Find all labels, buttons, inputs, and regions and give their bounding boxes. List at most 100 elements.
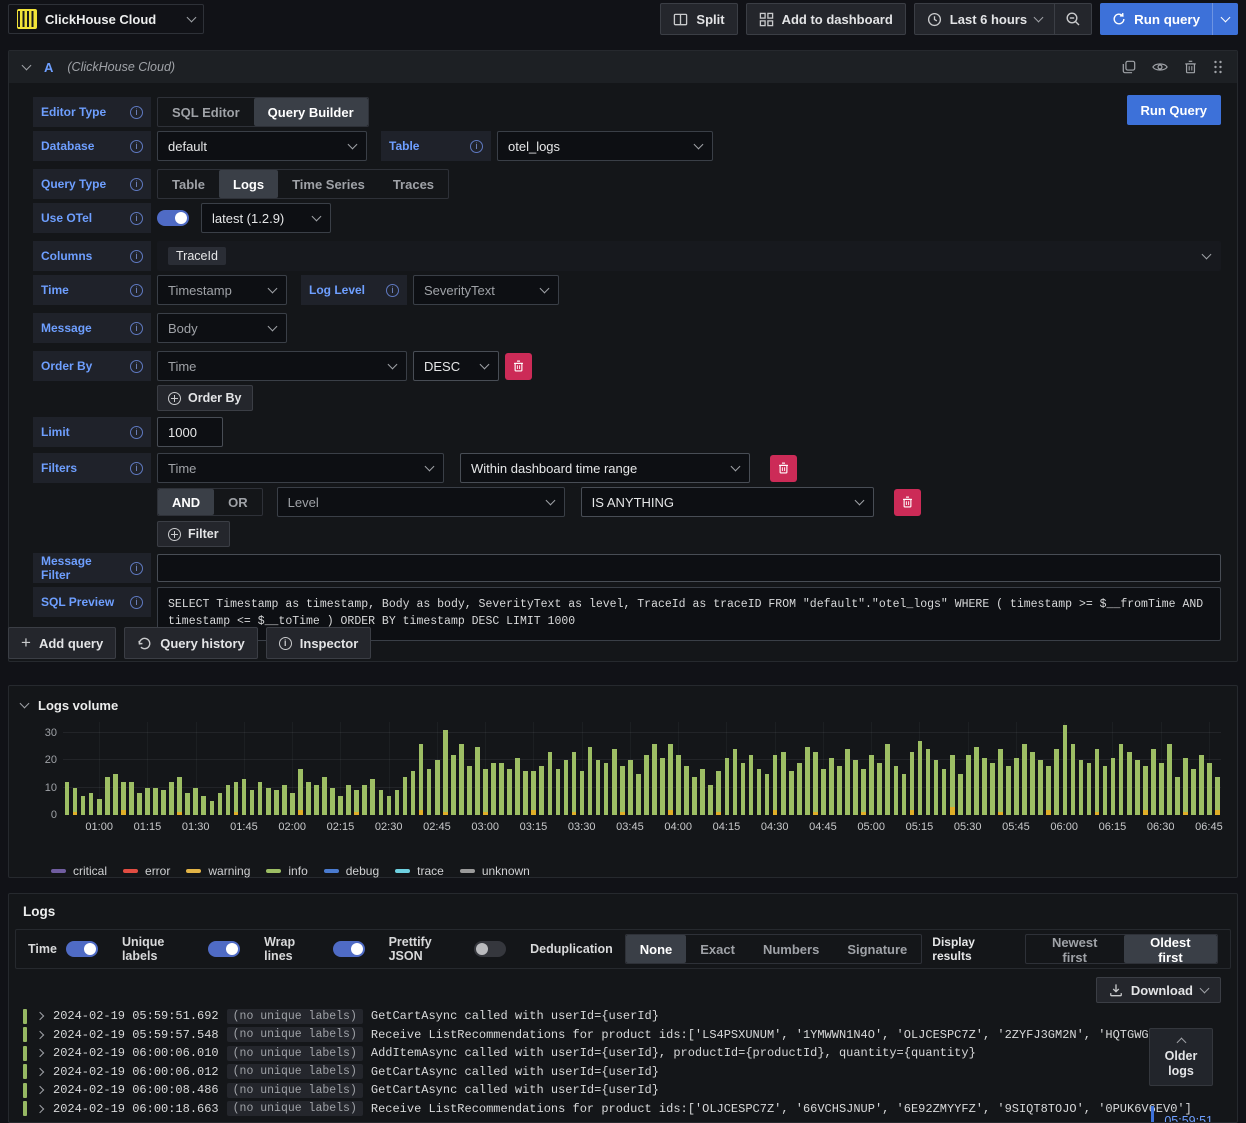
bar[interactable] [618,722,626,815]
older-logs-button[interactable]: Older logs [1149,1028,1213,1086]
bar[interactable] [658,722,666,815]
bar[interactable] [892,722,900,815]
bar[interactable] [723,722,731,815]
filter-level-select[interactable]: Level [276,487,565,517]
bar[interactable] [345,722,353,815]
bar[interactable] [1182,722,1190,815]
option-query-builder[interactable]: Query Builder [253,98,368,126]
bar[interactable] [650,722,658,815]
bar[interactable] [377,722,385,815]
bar[interactable] [361,722,369,815]
bar[interactable] [546,722,554,815]
legend-item-debug[interactable]: debug [323,864,379,878]
query-history-button[interactable]: Query history [124,627,258,659]
bar[interactable] [63,722,71,815]
bar[interactable] [827,722,835,815]
bar[interactable] [329,722,337,815]
bar[interactable] [441,722,449,815]
add-order-by-button[interactable]: Order By [157,385,253,411]
expand-log-chevron-icon[interactable] [35,1086,45,1095]
download-button[interactable]: Download [1095,977,1221,1003]
option-newest-first[interactable]: Newest first [1026,935,1124,965]
bar[interactable] [707,722,715,815]
bar[interactable] [1125,722,1133,815]
expand-log-chevron-icon[interactable] [35,1067,45,1076]
bar[interactable] [739,722,747,815]
log-row[interactable]: 2024-02-19 05:59:51.692 (no unique labels… [23,1007,1231,1026]
use-otel-toggle[interactable] [157,210,189,226]
bar[interactable] [481,722,489,815]
bar[interactable] [908,722,916,815]
option-traces[interactable]: Traces [379,170,448,198]
option-signature[interactable]: Signature [833,935,921,963]
bar[interactable] [498,722,506,815]
bar[interactable] [803,722,811,815]
log-level-select[interactable]: SeverityText [413,275,559,305]
otel-version-select[interactable]: latest (1.2.9) [201,203,331,233]
bar[interactable] [522,722,530,815]
add-query-button[interactable]: + Add query [8,627,117,659]
bar[interactable] [425,722,433,815]
bar[interactable] [111,722,119,815]
bar[interactable] [168,722,176,815]
bar[interactable] [811,722,819,815]
bar[interactable] [586,722,594,815]
wrap-lines-toggle[interactable] [332,941,365,957]
bar[interactable] [457,722,465,815]
info-icon[interactable]: i [130,211,143,225]
bar[interactable] [143,722,151,815]
option-logs[interactable]: Logs [219,170,279,198]
info-icon[interactable]: i [470,139,483,153]
bar[interactable] [240,722,248,815]
bar[interactable] [860,722,868,815]
database-select[interactable]: default [157,131,367,161]
bar[interactable] [514,722,522,815]
bar[interactable] [755,722,763,815]
bar[interactable] [272,722,280,815]
option-time-series[interactable]: Time Series [278,170,379,198]
info-icon[interactable]: i [130,321,143,335]
info-icon[interactable]: i [130,283,143,297]
bar[interactable] [956,722,964,815]
info-icon[interactable]: i [130,249,143,263]
bar[interactable] [642,722,650,815]
add-to-dashboard-button[interactable]: Add to dashboard [745,3,906,35]
bar[interactable] [1053,722,1061,815]
info-icon[interactable]: i [130,359,143,373]
bar[interactable] [1149,722,1157,815]
bar[interactable] [264,722,272,815]
option-table[interactable]: Table [158,170,219,198]
bar[interactable] [1029,722,1037,815]
log-row[interactable]: 2024-02-19 06:00:06.010 (no unique labels… [23,1044,1231,1063]
bar[interactable] [1165,722,1173,815]
bar[interactable] [948,722,956,815]
bar[interactable] [95,722,103,815]
logs-volume-chart[interactable]: 0 10 20 30 01:00 01:15 01:30 01:45 02:00 02:15 02:… [45,722,1223,840]
bar[interactable] [127,722,135,815]
bar[interactable] [337,722,345,815]
bar[interactable] [135,722,143,815]
option-numbers[interactable]: Numbers [749,935,833,963]
bar[interactable] [224,722,232,815]
filter-operator-select[interactable]: Within dashboard time range [460,453,750,483]
bar[interactable] [763,722,771,815]
bar[interactable] [683,722,691,815]
remove-level-filter-button[interactable] [893,488,921,516]
bar[interactable] [634,722,642,815]
bar[interactable] [980,722,988,815]
bar[interactable] [176,722,184,815]
duplicate-query-icon[interactable] [1122,60,1136,74]
bar[interactable] [570,722,578,815]
bar[interactable] [417,722,425,815]
legend-item-info[interactable]: info [266,864,308,878]
message-column-select[interactable]: Body [157,313,287,343]
collapse-chevron-icon[interactable] [21,60,32,71]
bar[interactable] [852,722,860,815]
option-oldest-first[interactable]: Oldest first [1123,935,1218,965]
info-icon[interactable]: i [130,595,143,609]
bar[interactable] [626,722,634,815]
legend-item-critical[interactable]: critical [51,864,107,878]
bar[interactable] [1077,722,1085,815]
filter-level-operator-select[interactable]: IS ANYTHING [580,487,874,517]
info-icon[interactable]: i [130,425,143,439]
